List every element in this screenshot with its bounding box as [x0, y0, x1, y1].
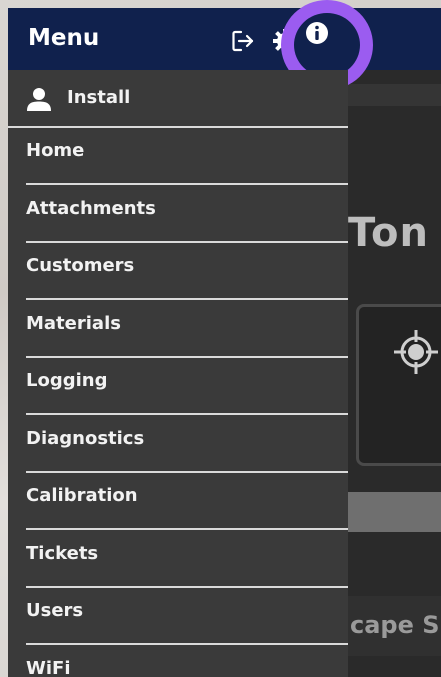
- app-header: Menu: [8, 8, 441, 70]
- navigation-drawer: Install Home Attachments Customers Mater…: [8, 70, 348, 677]
- info-icon[interactable]: [303, 19, 331, 47]
- menu-label: WiFi: [26, 658, 71, 677]
- menu-item-attachments[interactable]: Attachments: [8, 185, 348, 242]
- menu-label: Tickets: [26, 543, 99, 564]
- menu-item-users[interactable]: Users: [8, 587, 348, 644]
- menu-label: Calibration: [26, 485, 138, 506]
- menu-item-wifi[interactable]: WiFi: [8, 645, 348, 677]
- logout-icon[interactable]: [230, 28, 256, 54]
- content-top-bar: [348, 84, 441, 106]
- menu-label: Customers: [26, 255, 135, 276]
- menu-item-home[interactable]: Home: [8, 127, 348, 184]
- user-icon: [27, 88, 51, 111]
- menu-label: Users: [26, 600, 84, 621]
- install-item[interactable]: Install: [8, 70, 348, 127]
- content-bar[interactable]: [348, 492, 441, 532]
- header-title: Menu: [28, 25, 100, 51]
- crosshair-icon: [394, 330, 438, 374]
- menu-item-materials[interactable]: Materials: [8, 300, 348, 357]
- menu-item-tickets[interactable]: Tickets: [8, 530, 348, 587]
- escape-button-label: cape S: [350, 611, 440, 639]
- menu-label: Diagnostics: [26, 428, 145, 449]
- install-label: Install: [67, 87, 131, 108]
- menu-label: Home: [26, 140, 85, 161]
- menu-label: Materials: [26, 313, 121, 334]
- menu-label: Logging: [26, 370, 108, 391]
- menu-item-logging[interactable]: Logging: [8, 357, 348, 414]
- menu-item-customers[interactable]: Customers: [8, 242, 348, 299]
- weight-unit-label: Ton: [348, 210, 429, 256]
- menu-item-diagnostics[interactable]: Diagnostics: [8, 415, 348, 472]
- menu-item-calibration[interactable]: Calibration: [8, 472, 348, 529]
- menu-label: Attachments: [26, 198, 156, 219]
